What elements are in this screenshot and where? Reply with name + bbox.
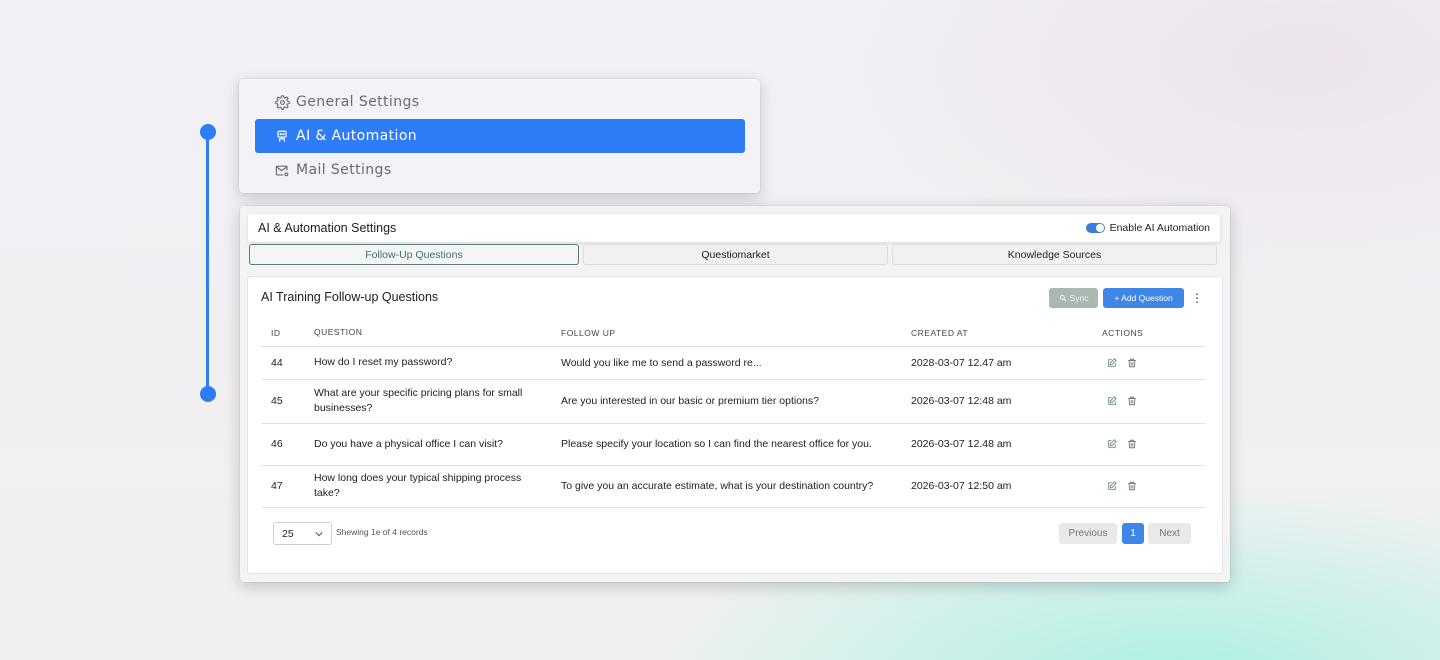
gear-icon bbox=[274, 94, 290, 110]
timeline-line bbox=[206, 131, 209, 395]
follow-up-questions-card: AI Training Follow-up Questions Sync + A… bbox=[248, 277, 1222, 573]
tab-follow-up-questions[interactable]: Follow-Up Questions bbox=[249, 244, 579, 265]
edit-icon[interactable] bbox=[1107, 357, 1117, 368]
timeline-dot-top bbox=[200, 124, 216, 140]
menu-item-ai-automation[interactable]: AI & Automation bbox=[255, 119, 745, 153]
table-row: 44 How do I reset my password? Would you… bbox=[261, 346, 1205, 380]
cell-id: 47 bbox=[261, 465, 314, 508]
column-header-created-at: CREATED AT bbox=[911, 320, 1102, 347]
cell-question: Do you have a physical office I can visi… bbox=[314, 423, 561, 466]
previous-page-button[interactable]: Previous bbox=[1059, 523, 1117, 544]
tab-bar: Follow-Up Questions Questiomarket Knowle… bbox=[249, 244, 1217, 266]
menu-item-mail-settings[interactable]: Mail Settings bbox=[255, 153, 745, 187]
table-row: 47 How long does your typical shipping p… bbox=[261, 465, 1205, 508]
sync-button-label: Sync bbox=[1069, 293, 1089, 303]
edit-icon[interactable] bbox=[1107, 481, 1117, 491]
cell-created-at: 2026-03-07 12.48 am bbox=[911, 423, 1102, 466]
table-row: 46 Do you have a physical office I can v… bbox=[261, 423, 1205, 466]
column-header-question: QUESTION bbox=[314, 320, 561, 347]
panel-header: AI & Automation Settings Enable AI Autom… bbox=[248, 214, 1220, 242]
menu-item-general-settings[interactable]: General Settings bbox=[255, 85, 745, 119]
search-icon bbox=[1059, 294, 1067, 302]
menu-item-label: General Settings bbox=[296, 94, 420, 110]
cell-question: What are your specific pricing plans for… bbox=[314, 379, 561, 424]
table-row: 45 What are your specific pricing plans … bbox=[261, 379, 1205, 424]
menu-item-label: Mail Settings bbox=[296, 162, 392, 178]
enable-ai-toggle[interactable] bbox=[1085, 223, 1105, 233]
cell-follow-up: Please specify your location so I can fi… bbox=[561, 423, 911, 466]
cell-actions bbox=[1102, 423, 1205, 466]
cell-question: How long does your typical shipping proc… bbox=[314, 465, 561, 508]
cell-created-at: 2026-03-07 12:50 am bbox=[911, 465, 1102, 508]
robot-icon bbox=[274, 128, 290, 144]
section-title: AI Training Follow-up Questions bbox=[261, 290, 439, 304]
tab-questiomarket[interactable]: Questiomarket bbox=[583, 244, 888, 265]
menu-item-label: AI & Automation bbox=[296, 128, 418, 144]
cell-created-at: 2028-03-07 12.47 am bbox=[911, 346, 1102, 380]
cell-id: 45 bbox=[261, 379, 314, 424]
timeline-dot-bottom bbox=[200, 386, 216, 402]
cell-actions bbox=[1102, 465, 1205, 508]
cell-follow-up: To give you an accurate estimate, what i… bbox=[561, 465, 911, 508]
table-header-row: ID QUESTION FOLLOW UP CREATED AT ACTIONS bbox=[261, 320, 1205, 347]
enable-ai-toggle-group[interactable]: Enable AI Automation bbox=[1085, 222, 1210, 234]
questions-table: ID QUESTION FOLLOW UP CREATED AT ACTIONS… bbox=[261, 320, 1205, 508]
cell-created-at: 2026-03-07 12:48 am bbox=[911, 379, 1102, 424]
trash-icon[interactable] bbox=[1127, 439, 1137, 449]
panel-title: AI & Automation Settings bbox=[258, 221, 397, 235]
cell-id: 46 bbox=[261, 423, 314, 466]
trash-icon[interactable] bbox=[1127, 358, 1137, 368]
sync-button[interactable]: Sync bbox=[1049, 288, 1098, 308]
page-size-select[interactable]: 25 bbox=[273, 522, 332, 545]
mail-settings-icon bbox=[274, 162, 290, 178]
cell-actions bbox=[1102, 346, 1205, 380]
more-options-icon[interactable]: ⋮ bbox=[1191, 290, 1203, 306]
chevron-down-icon bbox=[315, 531, 323, 537]
cell-actions bbox=[1102, 379, 1205, 424]
toggle-label: Enable AI Automation bbox=[1109, 222, 1210, 234]
ai-automation-panel: AI & Automation Settings Enable AI Autom… bbox=[240, 206, 1230, 582]
edit-icon[interactable] bbox=[1107, 396, 1117, 406]
tab-knowledge-sources[interactable]: Knowledge Sources bbox=[892, 244, 1217, 265]
edit-icon[interactable] bbox=[1107, 439, 1117, 449]
next-page-button[interactable]: Next bbox=[1148, 523, 1191, 544]
page-1-button[interactable]: 1 bbox=[1122, 523, 1144, 544]
settings-menu: General Settings AI & Automation Mail Se… bbox=[239, 79, 760, 193]
cell-id: 44 bbox=[261, 346, 314, 380]
trash-icon[interactable] bbox=[1127, 481, 1137, 491]
cell-follow-up: Would you like me to send a password re.… bbox=[561, 346, 911, 380]
records-info: Shewing 1e of 4 records bbox=[336, 527, 428, 537]
cell-question: How do I reset my password? bbox=[314, 346, 561, 380]
add-question-button[interactable]: + Add Question bbox=[1103, 288, 1184, 308]
trash-icon[interactable] bbox=[1127, 396, 1137, 406]
column-header-follow-up: FOLLOW UP bbox=[561, 320, 911, 347]
cell-follow-up: Are you interested in our basic or premi… bbox=[561, 379, 911, 424]
column-header-actions: ACTIONS bbox=[1102, 320, 1205, 347]
page-size-value: 25 bbox=[282, 527, 294, 540]
column-header-id: ID bbox=[261, 320, 314, 347]
